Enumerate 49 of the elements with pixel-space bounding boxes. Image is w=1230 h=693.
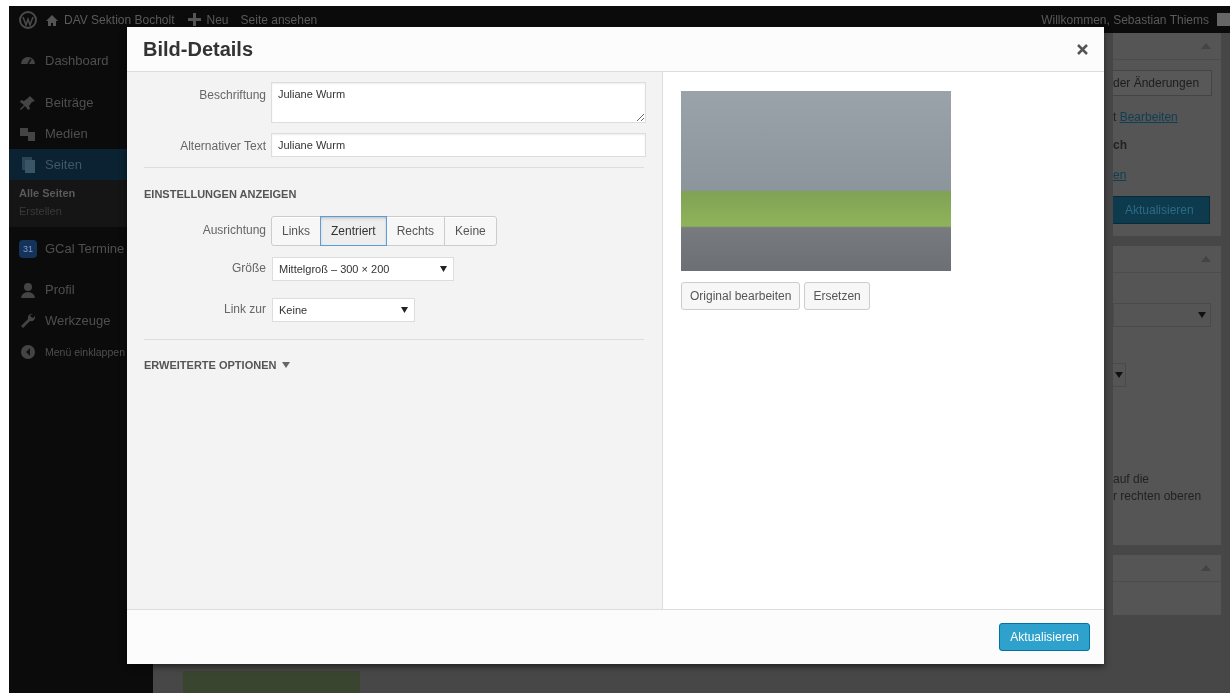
sidebar-item[interactable]: Profil bbox=[9, 274, 153, 305]
advanced-options-toggle[interactable]: ERWEITERTE OPTIONEN bbox=[144, 359, 277, 371]
greeting-link[interactable]: Willkommen, Sebastian Thiems bbox=[1041, 12, 1209, 27]
field-label: Link zur bbox=[222, 301, 266, 316]
field-label: Ausrichtung bbox=[201, 222, 266, 237]
plus-icon bbox=[186, 12, 202, 27]
edit-original-button[interactable]: Original bearbeiten bbox=[681, 282, 801, 310]
alignment-button[interactable]: Rechts bbox=[385, 216, 446, 246]
person-icon bbox=[19, 280, 37, 299]
home-icon bbox=[45, 12, 59, 27]
pages-icon bbox=[19, 155, 37, 174]
edit-link[interactable]: Bearbeiten bbox=[1119, 110, 1178, 124]
update-button[interactable]: Aktualisieren bbox=[999, 623, 1090, 651]
text-field[interactable]: Juliane Wurm bbox=[271, 133, 646, 157]
close-icon[interactable] bbox=[1077, 43, 1088, 55]
pin-icon bbox=[19, 93, 37, 112]
site-name-link[interactable]: DAV Sektion Bocholt bbox=[64, 12, 175, 27]
link-select[interactable]: Keine bbox=[272, 298, 415, 322]
caption-field[interactable]: Juliane Wurm bbox=[271, 82, 646, 123]
wrench-icon bbox=[19, 311, 37, 330]
preview-changes-button[interactable]: der Änderungen bbox=[1113, 70, 1212, 96]
field-label: Beschriftung bbox=[198, 87, 266, 102]
sidebar-item[interactable]: Medien bbox=[9, 118, 153, 149]
new-link[interactable]: Neu bbox=[206, 12, 229, 27]
view-page-link[interactable]: Seite ansehen bbox=[240, 12, 318, 27]
date-link[interactable]: en bbox=[1113, 168, 1221, 182]
order-select[interactable] bbox=[1113, 363, 1126, 387]
alignment-button[interactable]: Zentriert bbox=[320, 216, 387, 246]
caret-icon bbox=[401, 307, 408, 313]
avatar-icon[interactable] bbox=[1217, 13, 1230, 26]
wordpress-logo-icon[interactable] bbox=[19, 10, 37, 29]
sidebar-item[interactable]: 31 GCal Termine bbox=[9, 233, 153, 264]
parent-select[interactable] bbox=[1113, 303, 1211, 327]
update-button[interactable]: Aktualisieren bbox=[1113, 196, 1210, 224]
calendar-icon: 31 bbox=[19, 239, 37, 258]
field-label: Größe bbox=[231, 260, 266, 275]
triangle-icon[interactable] bbox=[282, 362, 291, 368]
field-label: Alternativer Text bbox=[179, 138, 266, 153]
replace-button[interactable]: Ersetzen bbox=[804, 282, 870, 310]
caret-icon bbox=[1115, 372, 1123, 378]
alignment-button[interactable]: Links bbox=[271, 216, 321, 246]
caret-icon bbox=[1198, 312, 1206, 318]
caret-icon bbox=[440, 266, 447, 272]
sidebar-item[interactable]: Werkzeuge bbox=[9, 305, 153, 336]
size-select[interactable]: Mittelgroß – 300 × 200 bbox=[272, 257, 454, 281]
sidebar-item[interactable]: Beiträge bbox=[9, 87, 153, 118]
section-heading: EINSTELLUNGEN ANZEIGEN bbox=[144, 188, 298, 200]
alignment-button[interactable]: Keine bbox=[444, 216, 497, 246]
dialog-title: Bild-Details bbox=[143, 37, 254, 61]
